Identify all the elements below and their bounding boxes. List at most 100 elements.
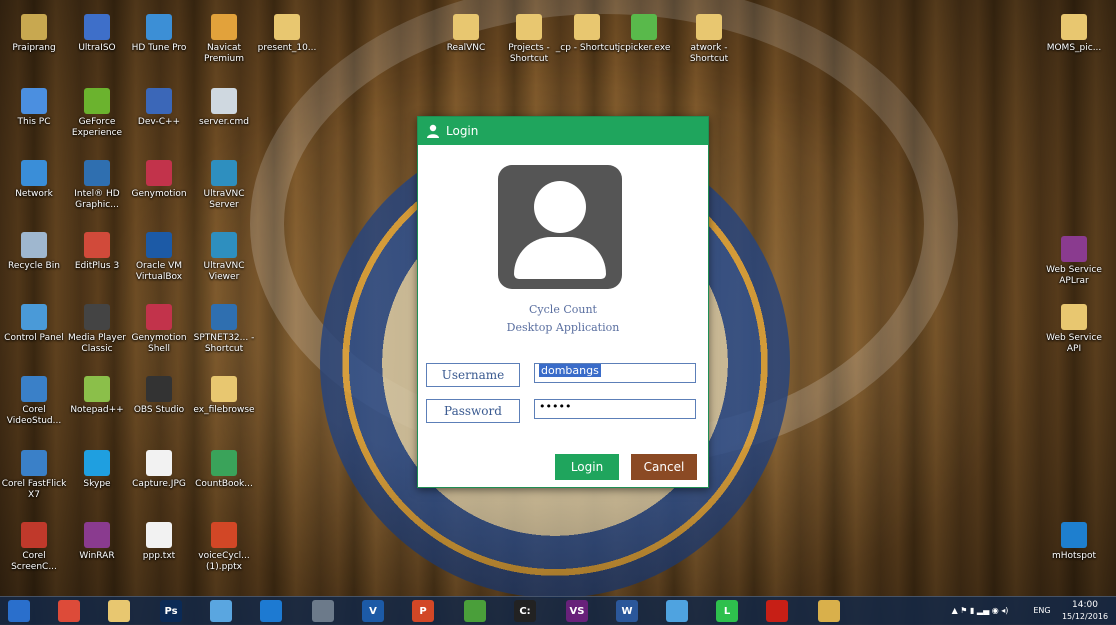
desktop-icon-label: RealVNC (446, 43, 486, 53)
desktop-icon[interactable]: Praiprang (0, 14, 68, 54)
language-indicator[interactable]: ENG (1030, 606, 1054, 615)
taskbar-file-explorer-icon[interactable] (108, 600, 130, 622)
desktop-icon[interactable]: Intel® HD Graphic... (63, 160, 131, 211)
desktop-icon[interactable]: Corel FastFlick X7 (0, 450, 68, 501)
desktop-icon[interactable]: Dev-C++ (125, 88, 193, 128)
desktop-icon-label: Skype (83, 479, 111, 489)
desktop-icon[interactable]: Genymotion (125, 160, 193, 200)
desktop-icon-glyph (84, 232, 110, 258)
login-title: Login (446, 124, 479, 138)
desktop-icon-glyph (1061, 522, 1087, 548)
desktop-icon[interactable]: UltraISO (63, 14, 131, 54)
desktop-icon[interactable]: Network (0, 160, 68, 200)
desktop-icon-label: Praiprang (12, 43, 56, 53)
desktop-icon[interactable]: Recycle Bin (0, 232, 68, 272)
desktop-icon[interactable]: Skype (63, 450, 131, 490)
desktop-icon[interactable]: server.cmd (190, 88, 258, 128)
username-value: dombangs (539, 364, 601, 377)
desktop-icon[interactable]: EditPlus 3 (63, 232, 131, 272)
taskbar-start-icon[interactable] (8, 600, 30, 622)
desktop-icon-label: Oracle VM VirtualBox (135, 261, 183, 282)
desktop-icon-glyph (84, 450, 110, 476)
desktop-icon[interactable]: Corel VideoStud... (0, 376, 68, 427)
desktop-icon-label: Dev-C++ (137, 117, 181, 127)
desktop-icon[interactable]: mHotspot (1040, 522, 1108, 562)
desktop-icon-glyph (631, 14, 657, 40)
desktop-icon-glyph (211, 522, 237, 548)
taskbar-powerpoint-icon[interactable]: P (412, 600, 434, 622)
desktop-icon[interactable]: Corel ScreenC... (0, 522, 68, 573)
avatar-icon (498, 165, 622, 289)
desktop-icon-label: Web Service API (1046, 333, 1102, 354)
desktop-icon-label: atwork - Shortcut (689, 43, 729, 64)
desktop-icon[interactable]: Capture.JPG (125, 450, 193, 490)
desktop-icon[interactable]: Oracle VM VirtualBox (125, 232, 193, 283)
desktop-icon-label: Control Panel (4, 333, 64, 343)
taskbar-line-icon[interactable]: L (716, 600, 738, 622)
taskbar-cmd-icon[interactable]: C: (514, 600, 536, 622)
desktop-icon[interactable]: Genymotion Shell (125, 304, 193, 355)
desktop-icon-label: OBS Studio (133, 405, 185, 415)
desktop-icon[interactable]: CountBook... (190, 450, 258, 490)
desktop-icon-glyph (84, 304, 110, 330)
desktop-icon[interactable]: UltraVNC Viewer (190, 232, 258, 283)
desktop-icon[interactable]: This PC (0, 88, 68, 128)
taskbar-app-16-icon[interactable] (818, 600, 840, 622)
password-label: Password (426, 399, 520, 423)
taskbar-virtualbox-icon[interactable]: V (362, 600, 384, 622)
taskbar-photoshop-icon[interactable]: Ps (160, 600, 182, 622)
desktop-icon-glyph (211, 232, 237, 258)
desktop-icon[interactable]: ex_filebrowse (190, 376, 258, 416)
taskbar-visual-studio-icon[interactable]: VS (566, 600, 588, 622)
taskbar-acrobat-icon[interactable] (766, 600, 788, 622)
desktop-icon[interactable]: Web Service APLrar (1040, 236, 1108, 287)
desktop-icon[interactable]: ppp.txt (125, 522, 193, 562)
taskbar-app-6-icon[interactable] (312, 600, 334, 622)
login-window: Login Cycle Count Desktop Application Us… (417, 116, 709, 488)
desktop-icon[interactable]: voiceCycl... (1).pptx (190, 522, 258, 573)
desktop-icon[interactable]: Media Player Classic (63, 304, 131, 355)
desktop-icon[interactable]: present_10... (253, 14, 321, 54)
clock-time[interactable]: 14:00 (1058, 600, 1112, 610)
cancel-button[interactable]: Cancel (631, 454, 697, 480)
login-button[interactable]: Login (555, 454, 619, 480)
desktop-icon[interactable]: Notepad++ (63, 376, 131, 416)
desktop-icon-label: voiceCycl... (1).pptx (198, 551, 250, 572)
desktop-icon-label: Notepad++ (70, 405, 124, 415)
desktop-icon[interactable]: GeForce Experience (63, 88, 131, 139)
desktop-icon-label: HD Tune Pro (131, 43, 187, 53)
desktop-icon[interactable]: WinRAR (63, 522, 131, 562)
app-name-line2: Desktop Application (506, 321, 620, 334)
desktop-icon[interactable]: OBS Studio (125, 376, 193, 416)
password-input[interactable]: ••••• (534, 399, 696, 419)
desktop-icon[interactable]: SPTNET32... - Shortcut (190, 304, 258, 355)
desktop-icon[interactable]: RealVNC (432, 14, 500, 54)
username-input[interactable]: dombangs (534, 363, 696, 383)
taskbar-app-5-icon[interactable] (260, 600, 282, 622)
system-tray-icons[interactable]: ▲ ⚑ ▮ ▂▄ ◉ ◂) (940, 606, 1020, 615)
desktop-icon[interactable]: Web Service API (1040, 304, 1108, 355)
taskbar-chrome-icon[interactable] (58, 600, 80, 622)
desktop-icon-glyph (21, 304, 47, 330)
desktop-icon[interactable]: Control Panel (0, 304, 68, 344)
desktop-icon[interactable]: atwork - Shortcut (675, 14, 743, 65)
taskbar-paint-icon[interactable] (666, 600, 688, 622)
desktop-icon-glyph (21, 160, 47, 186)
clock-date[interactable]: 15/12/2016 (1058, 612, 1112, 621)
desktop-icon[interactable]: MOMS_pic... (1040, 14, 1108, 54)
taskbar-word-icon[interactable]: W (616, 600, 638, 622)
taskbar-app-9-icon[interactable] (464, 600, 486, 622)
desktop-icon-label: Projects - Shortcut (508, 43, 550, 64)
desktop-icon[interactable]: Navicat Premium (190, 14, 258, 65)
desktop-icon-glyph (574, 14, 600, 40)
desktop-icon-glyph (1061, 304, 1087, 330)
desktop-icon-label: present_10... (257, 43, 317, 53)
desktop-icon[interactable]: UltraVNC Server (190, 160, 258, 211)
username-label: Username (426, 363, 520, 387)
desktop-icon-glyph (84, 14, 110, 40)
desktop-icon[interactable]: jcpicker.exe (610, 14, 678, 54)
desktop-icon-glyph (146, 232, 172, 258)
taskbar-app-4-icon[interactable] (210, 600, 232, 622)
login-title-bar[interactable]: Login (418, 117, 708, 145)
desktop-icon[interactable]: HD Tune Pro (125, 14, 193, 54)
